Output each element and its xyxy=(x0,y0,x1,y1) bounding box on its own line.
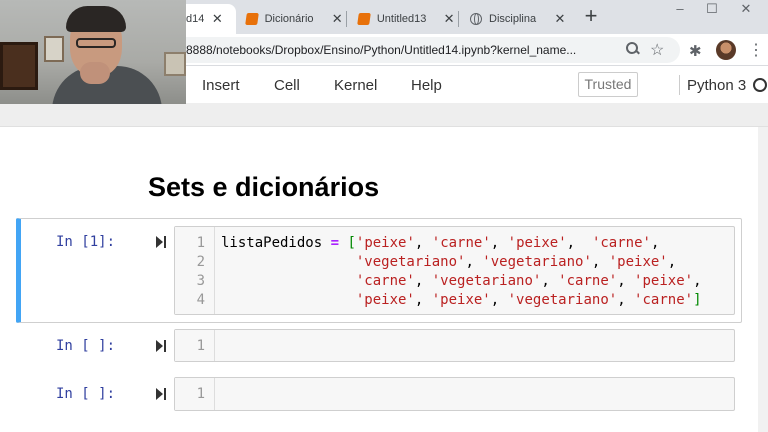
tab-title: Untitled13 xyxy=(376,13,427,25)
kernel-name[interactable]: Python 3 xyxy=(687,77,746,94)
code-token: , xyxy=(414,235,432,251)
code-token: 'vegetariano' xyxy=(507,292,618,308)
code-token: , xyxy=(541,273,559,289)
cell-prompt: In [ ]: xyxy=(56,386,116,402)
close-icon[interactable]: ✕ xyxy=(210,11,224,27)
bookmark-star-icon[interactable]: ☆ xyxy=(650,40,664,60)
cell-prompt: In [ ]: xyxy=(56,338,116,354)
line-number: 1 xyxy=(196,386,205,402)
code-token: , xyxy=(617,273,635,289)
code-token: listaPedidos xyxy=(221,235,331,251)
code-token: , xyxy=(693,273,702,289)
tab-separator xyxy=(346,11,347,27)
code-token: , xyxy=(566,235,592,251)
code-token: 'peixe' xyxy=(507,235,567,251)
tab-title: d14 xyxy=(186,13,205,25)
code-token: , xyxy=(465,254,483,270)
run-cell-icon[interactable] xyxy=(156,388,168,400)
presenter-glasses xyxy=(76,38,116,48)
tab-disciplina[interactable]: Disciplina ✕ xyxy=(464,4,572,34)
code-token: 'carne' xyxy=(431,235,491,251)
code-token: 'carne' xyxy=(355,273,415,289)
tab-dicionario[interactable]: Dicionário ✕ xyxy=(240,4,344,34)
globe-icon xyxy=(470,13,482,25)
wall-picture xyxy=(164,52,186,76)
tab-title: Disciplina xyxy=(489,13,537,25)
code-token: , xyxy=(414,273,432,289)
code-token: 'peixe' xyxy=(355,235,415,251)
kernel-separator xyxy=(679,75,680,95)
code-token: 'peixe' xyxy=(431,292,491,308)
code-token: 'carne' xyxy=(634,292,694,308)
run-cell-icon[interactable] xyxy=(156,236,168,248)
kernel-status-icon xyxy=(753,78,767,92)
menu-help[interactable]: Help xyxy=(411,77,442,94)
code-token: [ xyxy=(347,235,356,251)
extensions-icon[interactable]: ✱ xyxy=(689,42,702,60)
line-number: 1 xyxy=(196,338,205,354)
code-token: , xyxy=(490,292,508,308)
code-input[interactable]: 1 2 3 4 listaPedidos = ['peixe', 'carne'… xyxy=(174,226,735,315)
profile-avatar[interactable] xyxy=(716,40,736,60)
code-token: , xyxy=(591,254,609,270)
new-tab-button[interactable]: + xyxy=(580,5,602,27)
wall-painting xyxy=(0,42,38,90)
code-token: , xyxy=(667,254,677,270)
code-token: , xyxy=(414,292,432,308)
scrollbar[interactable] xyxy=(758,127,768,432)
code-token: 'peixe' xyxy=(634,273,694,289)
code-token: = xyxy=(330,235,340,251)
line-number: 1 xyxy=(196,235,205,251)
cell-prompt: In [1]: xyxy=(56,234,116,250)
trusted-indicator[interactable]: Trusted xyxy=(578,72,638,97)
code-token: 'peixe' xyxy=(608,254,668,270)
line-number: 2 xyxy=(196,254,205,270)
code-token: 'vegetariano' xyxy=(355,254,466,270)
menu-kernel[interactable]: Kernel xyxy=(334,77,377,94)
code-token: , xyxy=(617,292,635,308)
code-token: 'vegetariano' xyxy=(482,254,592,270)
toolbar-band xyxy=(0,103,768,127)
line-number: 3 xyxy=(196,273,205,289)
code-input[interactable]: 1 xyxy=(174,329,735,362)
presenter-hair xyxy=(66,6,126,32)
code-line: 'peixe', 'peixe', 'vegetariano', 'carne'… xyxy=(221,292,702,308)
tab-untitled13[interactable]: Untitled13 ✕ xyxy=(352,4,456,34)
book-icon xyxy=(245,13,259,25)
webcam-overlay xyxy=(0,0,186,104)
code-line: 'carne', 'vegetariano', 'carne', 'peixe'… xyxy=(221,273,702,289)
browser-menu-icon[interactable]: ⋮ xyxy=(748,40,764,60)
menu-insert[interactable]: Insert xyxy=(202,77,240,94)
address-bar[interactable]: 8888/notebooks/Dropbox/Ensino/Python/Unt… xyxy=(150,37,680,63)
code-token: 'peixe' xyxy=(355,292,415,308)
run-cell-icon[interactable] xyxy=(156,340,168,352)
code-token: , xyxy=(650,235,660,251)
menu-cell[interactable]: Cell xyxy=(274,77,300,94)
zoom-icon[interactable] xyxy=(626,42,640,56)
close-icon[interactable]: ✕ xyxy=(442,11,456,27)
url-text[interactable]: 8888/notebooks/Dropbox/Ensino/Python/Unt… xyxy=(186,43,576,57)
code-line: listaPedidos = ['peixe', 'carne', 'peixe… xyxy=(221,235,659,251)
close-icon[interactable]: ✕ xyxy=(553,11,567,27)
window-close-button[interactable]: ✕ xyxy=(724,0,768,18)
tab-title: Dicionário xyxy=(264,13,314,25)
markdown-heading: Sets e dicionários xyxy=(148,172,380,202)
code-token: 'carne' xyxy=(591,235,651,251)
presenter-hand xyxy=(80,62,110,84)
close-icon[interactable]: ✕ xyxy=(330,11,344,27)
code-line: 'vegetariano', 'vegetariano', 'peixe', xyxy=(221,254,676,270)
code-token: ] xyxy=(693,292,702,308)
tab-separator xyxy=(458,11,459,27)
code-token: , xyxy=(490,235,508,251)
code-token: 'vegetariano' xyxy=(431,273,542,289)
wall-picture xyxy=(44,36,64,62)
line-number: 4 xyxy=(196,292,205,308)
code-token: 'carne' xyxy=(558,273,618,289)
code-input[interactable]: 1 xyxy=(174,377,735,411)
book-icon xyxy=(357,13,371,25)
